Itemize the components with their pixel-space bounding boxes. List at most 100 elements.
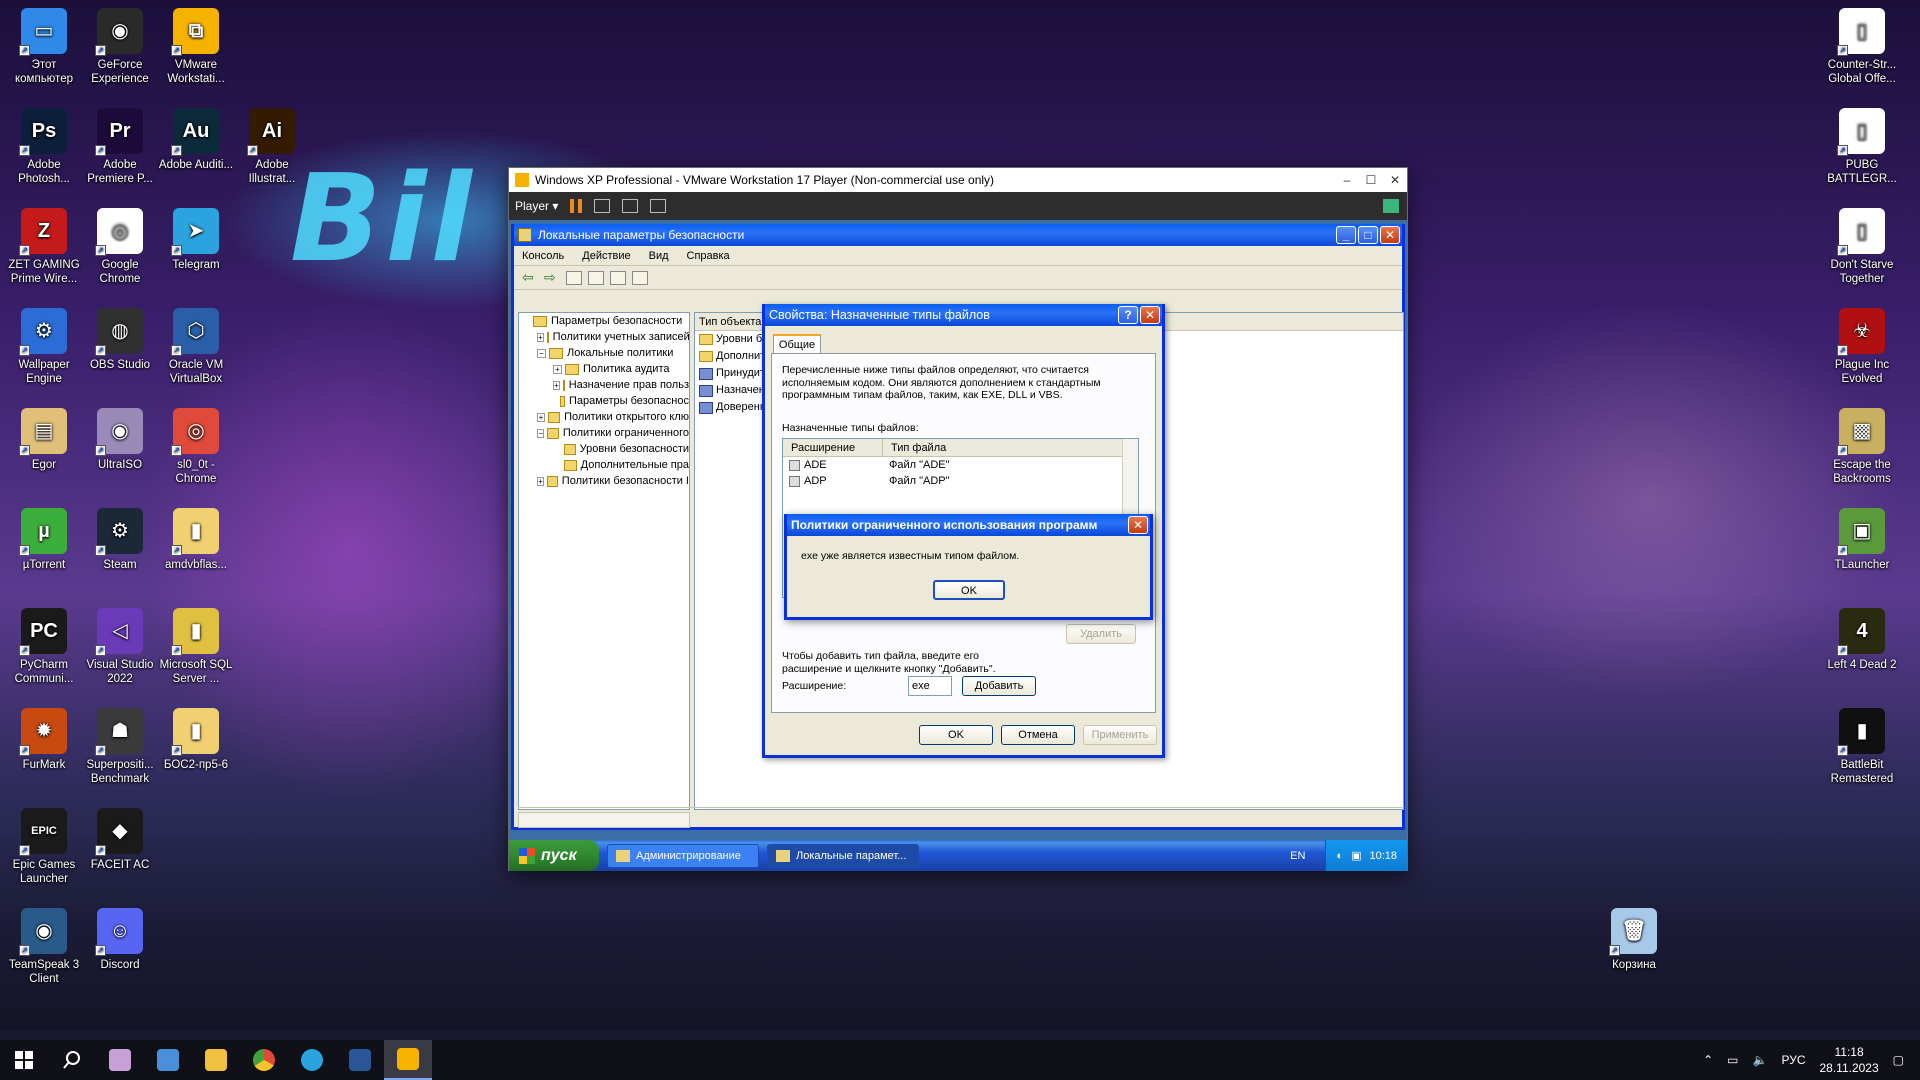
taskbar-app-paint[interactable]: [96, 1040, 144, 1080]
tree-item[interactable]: + Политики открытого клю: [519, 409, 689, 425]
show-tree-icon[interactable]: [588, 270, 604, 285]
desktop-icon[interactable]: ▣ ↗ TLauncher: [1824, 508, 1900, 572]
desktop-icon[interactable]: ➤ ↗ Telegram: [158, 208, 234, 272]
desktop-icon[interactable]: ☗ ↗ Superpositi... Benchmark: [82, 708, 158, 786]
menu-help[interactable]: Справка: [687, 250, 730, 262]
properties-titlebar[interactable]: Свойства: Назначенные типы файлов ? ✕: [765, 304, 1162, 326]
desktop-icon[interactable]: 4 ↗ Left 4 Dead 2: [1824, 608, 1900, 672]
unity-icon[interactable]: [650, 199, 667, 213]
expand-icon[interactable]: +: [553, 380, 560, 390]
security-center-icon[interactable]: ▣: [1351, 849, 1361, 862]
taskbar-app-word[interactable]: [336, 1040, 384, 1080]
maximize-button[interactable]: □: [1358, 226, 1378, 244]
desktop-icon[interactable]: ☺ ↗ Discord: [82, 908, 158, 972]
close-button[interactable]: ✕: [1128, 516, 1148, 534]
apply-button[interactable]: Применить: [1083, 725, 1157, 745]
tree-pane[interactable]: Параметры безопасности + Политики учетных …: [518, 312, 690, 810]
pause-icon[interactable]: [570, 199, 583, 213]
tree-item[interactable]: − Локальные политики: [519, 345, 689, 361]
cancel-button[interactable]: Отмена: [1001, 725, 1075, 745]
tree-item[interactable]: + Политики безопасности I: [519, 473, 689, 489]
tab-general[interactable]: Общие: [773, 334, 821, 354]
desktop-icon[interactable]: ▯ ↗ PUBG BATTLEGR...: [1824, 108, 1900, 186]
network-icon[interactable]: ▭: [1727, 1053, 1738, 1067]
expand-icon[interactable]: +: [537, 332, 544, 342]
vmware-tools-icon[interactable]: ◐: [1336, 850, 1343, 862]
library-icon[interactable]: [1383, 199, 1399, 213]
desktop-icon[interactable]: ▤ ↗ Egor: [6, 408, 82, 472]
player-menu[interactable]: Player ▾: [515, 199, 558, 213]
mmc-titlebar[interactable]: Локальные параметры безопасности _ □ ✕: [514, 224, 1402, 246]
search-button[interactable]: [48, 1040, 96, 1080]
fullscreen-icon[interactable]: [622, 199, 639, 213]
desktop-icon[interactable]: ◉ ↗ UltraISO: [82, 408, 158, 472]
desktop-icon[interactable]: 🗑 ↗ Корзина: [1596, 908, 1672, 972]
volume-icon[interactable]: 🔈: [1753, 1053, 1768, 1067]
table-row[interactable]: ADE Файл "ADE": [783, 457, 1138, 473]
add-button[interactable]: Добавить: [962, 676, 1036, 696]
desktop-icon[interactable]: Ps ↗ Adobe Photosh...: [6, 108, 82, 186]
tree-item[interactable]: − Политики ограниченного: [519, 425, 689, 441]
taskbar-item-local-settings[interactable]: Локальные парамет...: [767, 843, 919, 868]
menu-action[interactable]: Действие: [582, 250, 630, 262]
desktop-icon[interactable]: ☣ ↗ Plague Inc Evolved: [1824, 308, 1900, 386]
delete-button[interactable]: Удалить: [1066, 624, 1136, 644]
desktop-icon[interactable]: ▮ ↗ BattleBit Remastered: [1824, 708, 1900, 786]
taskbar-item-administration[interactable]: Администрирование: [607, 843, 759, 868]
desktop-icon[interactable]: ◎ ↗ Google Chrome: [82, 208, 158, 286]
desktop-icon[interactable]: ◆ ↗ FACEIT AC: [82, 808, 158, 872]
tree-item[interactable]: + Политика аудита: [519, 361, 689, 377]
desktop-icon[interactable]: ✹ ↗ FurMark: [6, 708, 82, 772]
forward-arrow-icon[interactable]: ⇨: [544, 270, 560, 285]
notification-icon[interactable]: ▢: [1893, 1053, 1904, 1067]
close-button[interactable]: ✕: [1383, 173, 1407, 187]
minimize-button[interactable]: –: [1335, 173, 1359, 187]
desktop-icon[interactable]: ◁ ↗ Visual Studio 2022: [82, 608, 158, 686]
chevron-up-icon[interactable]: ⌃: [1703, 1053, 1713, 1067]
collapse-icon[interactable]: −: [537, 348, 546, 358]
table-row[interactable]: ADP Файл "ADP": [783, 473, 1138, 489]
clock[interactable]: 10:18: [1369, 850, 1397, 862]
ok-button[interactable]: OK: [919, 725, 993, 745]
desktop-icon[interactable]: ⚙ ↗ Steam: [82, 508, 158, 572]
desktop-icon[interactable]: ▯ ↗ Counter-Str... Global Offe...: [1824, 8, 1900, 86]
tree-item[interactable]: + Назначение прав польз: [519, 377, 689, 393]
tree-item[interactable]: Уровни безопасности: [519, 441, 689, 457]
desktop-icon[interactable]: ⬡ ↗ Oracle VM VirtualBox: [158, 308, 234, 386]
start-button[interactable]: [0, 1040, 48, 1080]
guest-screen[interactable]: Локальные параметры безопасности _ □ ✕ К…: [509, 220, 1407, 871]
desktop-icon[interactable]: ◉ ↗ GeForce Experience: [82, 8, 158, 86]
menu-view[interactable]: Вид: [649, 250, 669, 262]
clock[interactable]: 11:18 28.11.2023: [1819, 1044, 1878, 1076]
expand-icon[interactable]: +: [553, 364, 562, 374]
minimize-button[interactable]: _: [1336, 226, 1356, 244]
vmware-titlebar[interactable]: Windows XP Professional - VMware Worksta…: [509, 168, 1407, 192]
help-icon[interactable]: [632, 270, 648, 285]
desktop-icon[interactable]: Pr ↗ Adobe Premiere P...: [82, 108, 158, 186]
tree-item[interactable]: Параметры безопасности: [519, 313, 689, 329]
desktop-icon[interactable]: Ai ↗ Adobe Illustrat...: [234, 108, 310, 186]
desktop-icon[interactable]: ◉ ↗ TeamSpeak 3 Client: [6, 908, 82, 986]
column-header-extension[interactable]: Расширение: [783, 439, 883, 456]
taskbar-app-vmware[interactable]: [384, 1040, 432, 1080]
close-button[interactable]: ✕: [1380, 226, 1400, 244]
up-folder-icon[interactable]: [566, 270, 582, 285]
send-ctrl-alt-del-icon[interactable]: [594, 199, 611, 213]
back-arrow-icon[interactable]: ⇦: [522, 270, 538, 285]
desktop-icon[interactable]: Z ↗ ZET GAMING Prime Wire...: [6, 208, 82, 286]
start-button[interactable]: пуск: [509, 840, 599, 871]
desktop-icon[interactable]: ◍ ↗ OBS Studio: [82, 308, 158, 372]
taskbar-app-explorer[interactable]: [192, 1040, 240, 1080]
tree-item[interactable]: Параметры безопаснос: [519, 393, 689, 409]
taskbar-app-telegram[interactable]: [288, 1040, 336, 1080]
desktop-icon[interactable]: µ ↗ µTorrent: [6, 508, 82, 572]
desktop-icon[interactable]: EPIC ↗ Epic Games Launcher: [6, 808, 82, 886]
desktop-icon[interactable]: PC ↗ PyCharm Communi...: [6, 608, 82, 686]
desktop-icon[interactable]: ▯ ↗ Don't Starve Together: [1824, 208, 1900, 286]
desktop-icon[interactable]: ▩ ↗ Escape the Backrooms: [1824, 408, 1900, 486]
column-header-file-type[interactable]: Тип файла: [883, 439, 1123, 456]
desktop-icon[interactable]: Au ↗ Adobe Auditi...: [158, 108, 234, 172]
desktop-icon[interactable]: ▮ ↗ amdvbflas...: [158, 508, 234, 572]
desktop-icon[interactable]: ▮ ↗ Microsoft SQL Server ...: [158, 608, 234, 686]
desktop-icon[interactable]: ◎ ↗ sl0_0t - Chrome: [158, 408, 234, 486]
